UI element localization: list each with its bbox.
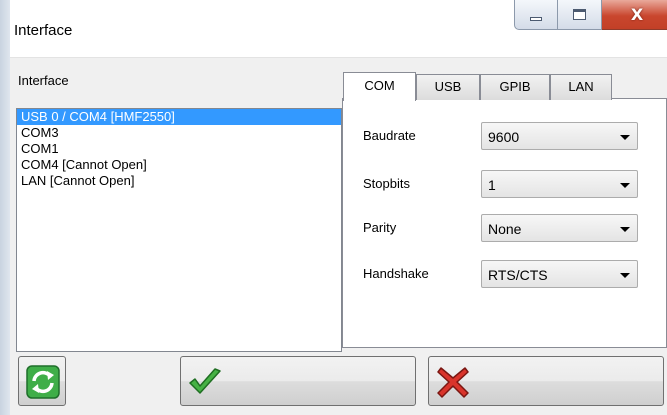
tab-gpib[interactable]: GPIB	[480, 74, 550, 100]
interface-group: Interface USB 0 / COM4 [HMF2550] COM3 CO…	[16, 68, 342, 352]
chevron-down-icon	[620, 273, 630, 278]
tab-com[interactable]: COM	[343, 72, 416, 101]
list-item[interactable]: COM3	[17, 125, 341, 141]
maximize-button[interactable]	[558, 0, 602, 30]
close-button[interactable]: X	[602, 0, 667, 30]
parity-label: Parity	[363, 220, 397, 235]
window-border	[0, 0, 10, 415]
refresh-icon	[26, 365, 60, 399]
minimize-icon	[530, 16, 542, 21]
handshake-select[interactable]: RTS/CTS	[481, 260, 638, 288]
parity-value: None	[488, 221, 522, 237]
interface-list[interactable]: USB 0 / COM4 [HMF2550] COM3 COM1 COM4 [C…	[16, 108, 342, 352]
handshake-value: RTS/CTS	[488, 267, 548, 283]
chevron-down-icon	[620, 135, 630, 140]
minimize-button[interactable]	[514, 0, 558, 30]
checkmark-icon	[189, 368, 221, 394]
list-item[interactable]: LAN [Cannot Open]	[17, 173, 341, 189]
chevron-down-icon	[620, 183, 630, 188]
interface-label: Interface	[18, 73, 69, 88]
list-item[interactable]: USB 0 / COM4 [HMF2550]	[17, 109, 341, 125]
baudrate-row: Baudrate 9600	[363, 122, 653, 150]
caption-buttons: X	[514, 0, 667, 34]
parity-row: Parity None	[363, 214, 653, 242]
refresh-button[interactable]	[18, 356, 66, 406]
list-item[interactable]: COM4 [Cannot Open]	[17, 157, 341, 173]
window-title: Interface	[14, 22, 73, 39]
stopbits-label: Stopbits	[363, 176, 410, 191]
baudrate-label: Baudrate	[363, 128, 416, 143]
stopbits-value: 1	[488, 177, 496, 193]
stopbits-select[interactable]: 1	[481, 170, 638, 198]
client-area: Interface USB 0 / COM4 [HMF2550] COM3 CO…	[10, 58, 667, 415]
cancel-button[interactable]	[428, 356, 664, 406]
tab-usb[interactable]: USB	[416, 74, 480, 100]
cross-icon	[437, 367, 469, 398]
chevron-down-icon	[620, 227, 630, 232]
interface-window: Interface X Interface USB 0 / COM4 [HMF2…	[0, 0, 667, 415]
close-icon: X	[630, 5, 644, 24]
handshake-label: Handshake	[363, 266, 429, 281]
tab-lan[interactable]: LAN	[550, 74, 612, 100]
list-item[interactable]: COM1	[17, 141, 341, 157]
baudrate-value: 9600	[488, 129, 520, 145]
baudrate-select[interactable]: 9600	[481, 122, 638, 150]
handshake-row: Handshake RTS/CTS	[363, 260, 653, 288]
parity-select[interactable]: None	[481, 214, 638, 242]
maximize-icon	[573, 9, 586, 20]
stopbits-row: Stopbits 1	[363, 170, 653, 198]
ok-button[interactable]	[180, 356, 416, 406]
